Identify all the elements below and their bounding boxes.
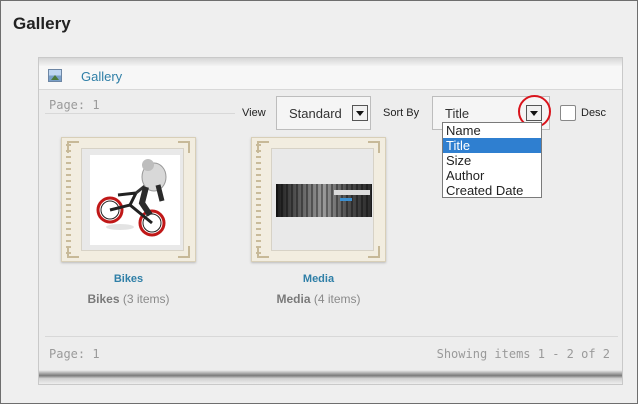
album-link-media[interactable]: Media xyxy=(251,273,386,285)
desc-checkbox[interactable] xyxy=(560,105,576,121)
page-indicator-top: Page: 1 xyxy=(49,98,100,112)
page-indicator-bottom: Page: 1 xyxy=(49,347,100,361)
corner-decoration xyxy=(67,246,79,258)
sort-by-label: Sort By xyxy=(383,107,420,119)
album-link-bikes[interactable]: Bikes xyxy=(61,273,196,285)
gallery-header: Gallery xyxy=(39,66,622,90)
album-cover-frame xyxy=(81,148,184,251)
album-count-media: (4 items) xyxy=(313,292,361,306)
image-texture xyxy=(276,184,372,217)
sort-option-author[interactable]: Author xyxy=(443,168,541,183)
window-frame: Gallery Gallery Page: 1 View Standard So… xyxy=(0,0,638,404)
album-name-bikes: Bikes xyxy=(87,292,120,306)
corner-decoration xyxy=(67,141,79,153)
divider xyxy=(45,336,618,337)
sort-option-name[interactable]: Name xyxy=(443,123,541,138)
album-caption-media: Media (4 items) xyxy=(251,292,386,306)
album-name-media: Media xyxy=(276,292,311,306)
sort-option-created-date[interactable]: Created Date xyxy=(443,183,541,198)
gallery-image-icon xyxy=(48,69,62,82)
album-binding xyxy=(66,144,71,256)
corner-decoration xyxy=(257,246,269,258)
album-binding xyxy=(256,144,261,256)
media-cover-image xyxy=(276,184,372,217)
bikes-cover-image xyxy=(90,155,180,245)
desc-label: Desc xyxy=(581,107,607,119)
view-label: View xyxy=(242,107,266,119)
album-cover-frame xyxy=(271,148,374,251)
panel-bottom-bar xyxy=(39,370,622,384)
sort-by-dropdown-list: Name Title Size Author Created Date xyxy=(442,122,542,198)
sort-option-size[interactable]: Size xyxy=(443,153,541,168)
image-accent xyxy=(340,198,352,201)
item-count-status: Showing items 1 - 2 of 2 xyxy=(436,347,610,361)
chevron-down-icon[interactable] xyxy=(352,105,368,121)
gallery-panel: Gallery Page: 1 View Standard Sort By Ti… xyxy=(38,57,623,385)
album-caption-bikes: Bikes (3 items) xyxy=(61,292,196,306)
sort-by-select-value: Title xyxy=(445,106,470,121)
view-select[interactable]: Standard xyxy=(276,96,371,130)
gallery-header-link[interactable]: Gallery xyxy=(81,69,122,84)
page-title: Gallery xyxy=(13,14,71,33)
sort-option-title[interactable]: Title xyxy=(443,138,541,153)
album-count-bikes: (3 items) xyxy=(122,292,170,306)
corner-decoration xyxy=(257,141,269,153)
image-banner xyxy=(334,190,370,195)
divider xyxy=(45,113,235,114)
album-thumbnail-bikes[interactable] xyxy=(61,137,196,262)
panel-top-bar xyxy=(39,58,622,66)
album-thumbnail-media[interactable] xyxy=(251,137,386,262)
view-select-value: Standard xyxy=(289,106,342,121)
